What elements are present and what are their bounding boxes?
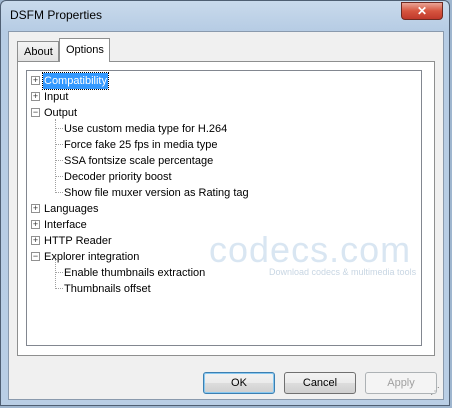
ok-button-label: OK <box>231 377 247 389</box>
tree-item-thumbnails-offset[interactable]: Thumbnails offset <box>64 281 404 297</box>
tree-item-label: Output <box>44 107 78 119</box>
title-bar[interactable]: DSFM Properties ✕ <box>1 1 451 31</box>
tree-item-ssa-fontsize[interactable]: SSA fontsize scale percentage <box>64 153 404 169</box>
tree-connector <box>56 192 63 193</box>
close-button[interactable]: ✕ <box>401 2 443 20</box>
tree-item-input[interactable]: + Input <box>31 89 411 105</box>
tab-about[interactable]: About <box>17 41 59 61</box>
ok-button[interactable]: OK <box>203 372 275 394</box>
tree-item-languages[interactable]: + Languages <box>31 201 411 217</box>
tree-item-label: Force fake 25 fps in media type <box>64 139 218 151</box>
tree-item-label: Enable thumbnails extraction <box>64 267 206 279</box>
options-tree[interactable]: + Compatibility + Input − Output Use cus… <box>26 70 422 346</box>
tree-item-label: Use custom media type for H.264 <box>64 123 228 135</box>
expand-icon[interactable]: + <box>31 76 40 85</box>
apply-button-label: Apply <box>387 377 415 389</box>
window-title: DSFM Properties <box>10 8 103 22</box>
tree-item-label: Decoder priority boost <box>64 171 172 183</box>
properties-window: DSFM Properties ✕ About Options + Compat… <box>0 0 450 406</box>
watermark-logo: codecs.com Download codecs & multimedia … <box>209 229 416 277</box>
tab-options-label: Options <box>66 44 104 56</box>
expand-icon[interactable]: + <box>31 220 40 229</box>
watermark-text: codecs.com <box>209 229 412 270</box>
tree-item-label: SSA fontsize scale percentage <box>64 155 214 167</box>
tree-item-label: Thumbnails offset <box>64 283 151 295</box>
tree-item-muxer-version-rating[interactable]: Show file muxer version as Rating tag <box>64 185 404 201</box>
tree-item-label: HTTP Reader <box>44 235 112 247</box>
expand-icon[interactable]: + <box>31 204 40 213</box>
tree-item-custom-media-type[interactable]: Use custom media type for H.264 <box>64 121 404 137</box>
collapse-icon[interactable]: − <box>31 252 40 261</box>
tree-item-label: Compatibility <box>42 72 109 90</box>
collapse-icon[interactable]: − <box>31 108 40 117</box>
tree-connector <box>56 176 63 177</box>
dialog-client-area: About Options + Compatibility + Input − … <box>8 31 444 400</box>
watermark-tagline: Download codecs & multimedia tools <box>269 267 417 277</box>
tree-item-compatibility[interactable]: + Compatibility <box>31 72 411 90</box>
cancel-button[interactable]: Cancel <box>284 372 356 394</box>
tree-item-label: Interface <box>44 219 87 231</box>
tree-item-label: Input <box>44 91 69 103</box>
tab-about-label: About <box>24 46 53 58</box>
tree-item-label: Explorer integration <box>44 251 140 263</box>
tree-connector <box>56 288 63 289</box>
tree-connector <box>56 160 63 161</box>
apply-button: Apply <box>365 372 437 394</box>
tree-connector <box>55 119 56 193</box>
tree-item-fake-25fps[interactable]: Force fake 25 fps in media type <box>64 137 404 153</box>
cancel-button-label: Cancel <box>302 377 338 389</box>
tree-item-output[interactable]: − Output <box>31 105 411 121</box>
tree-connector <box>56 272 63 273</box>
expand-icon[interactable]: + <box>31 92 40 101</box>
tree-connector <box>56 144 63 145</box>
tree-item-label: Languages <box>44 203 99 215</box>
resize-grip-icon[interactable]: ⋰ <box>430 386 442 398</box>
tab-options[interactable]: Options <box>59 38 110 62</box>
close-icon: ✕ <box>416 4 428 18</box>
options-tab-panel: + Compatibility + Input − Output Use cus… <box>17 61 435 356</box>
expand-icon[interactable]: + <box>31 236 40 245</box>
tree-item-label: Show file muxer version as Rating tag <box>64 187 249 199</box>
tree-item-decoder-priority[interactable]: Decoder priority boost <box>64 169 404 185</box>
tree-connector <box>56 128 63 129</box>
